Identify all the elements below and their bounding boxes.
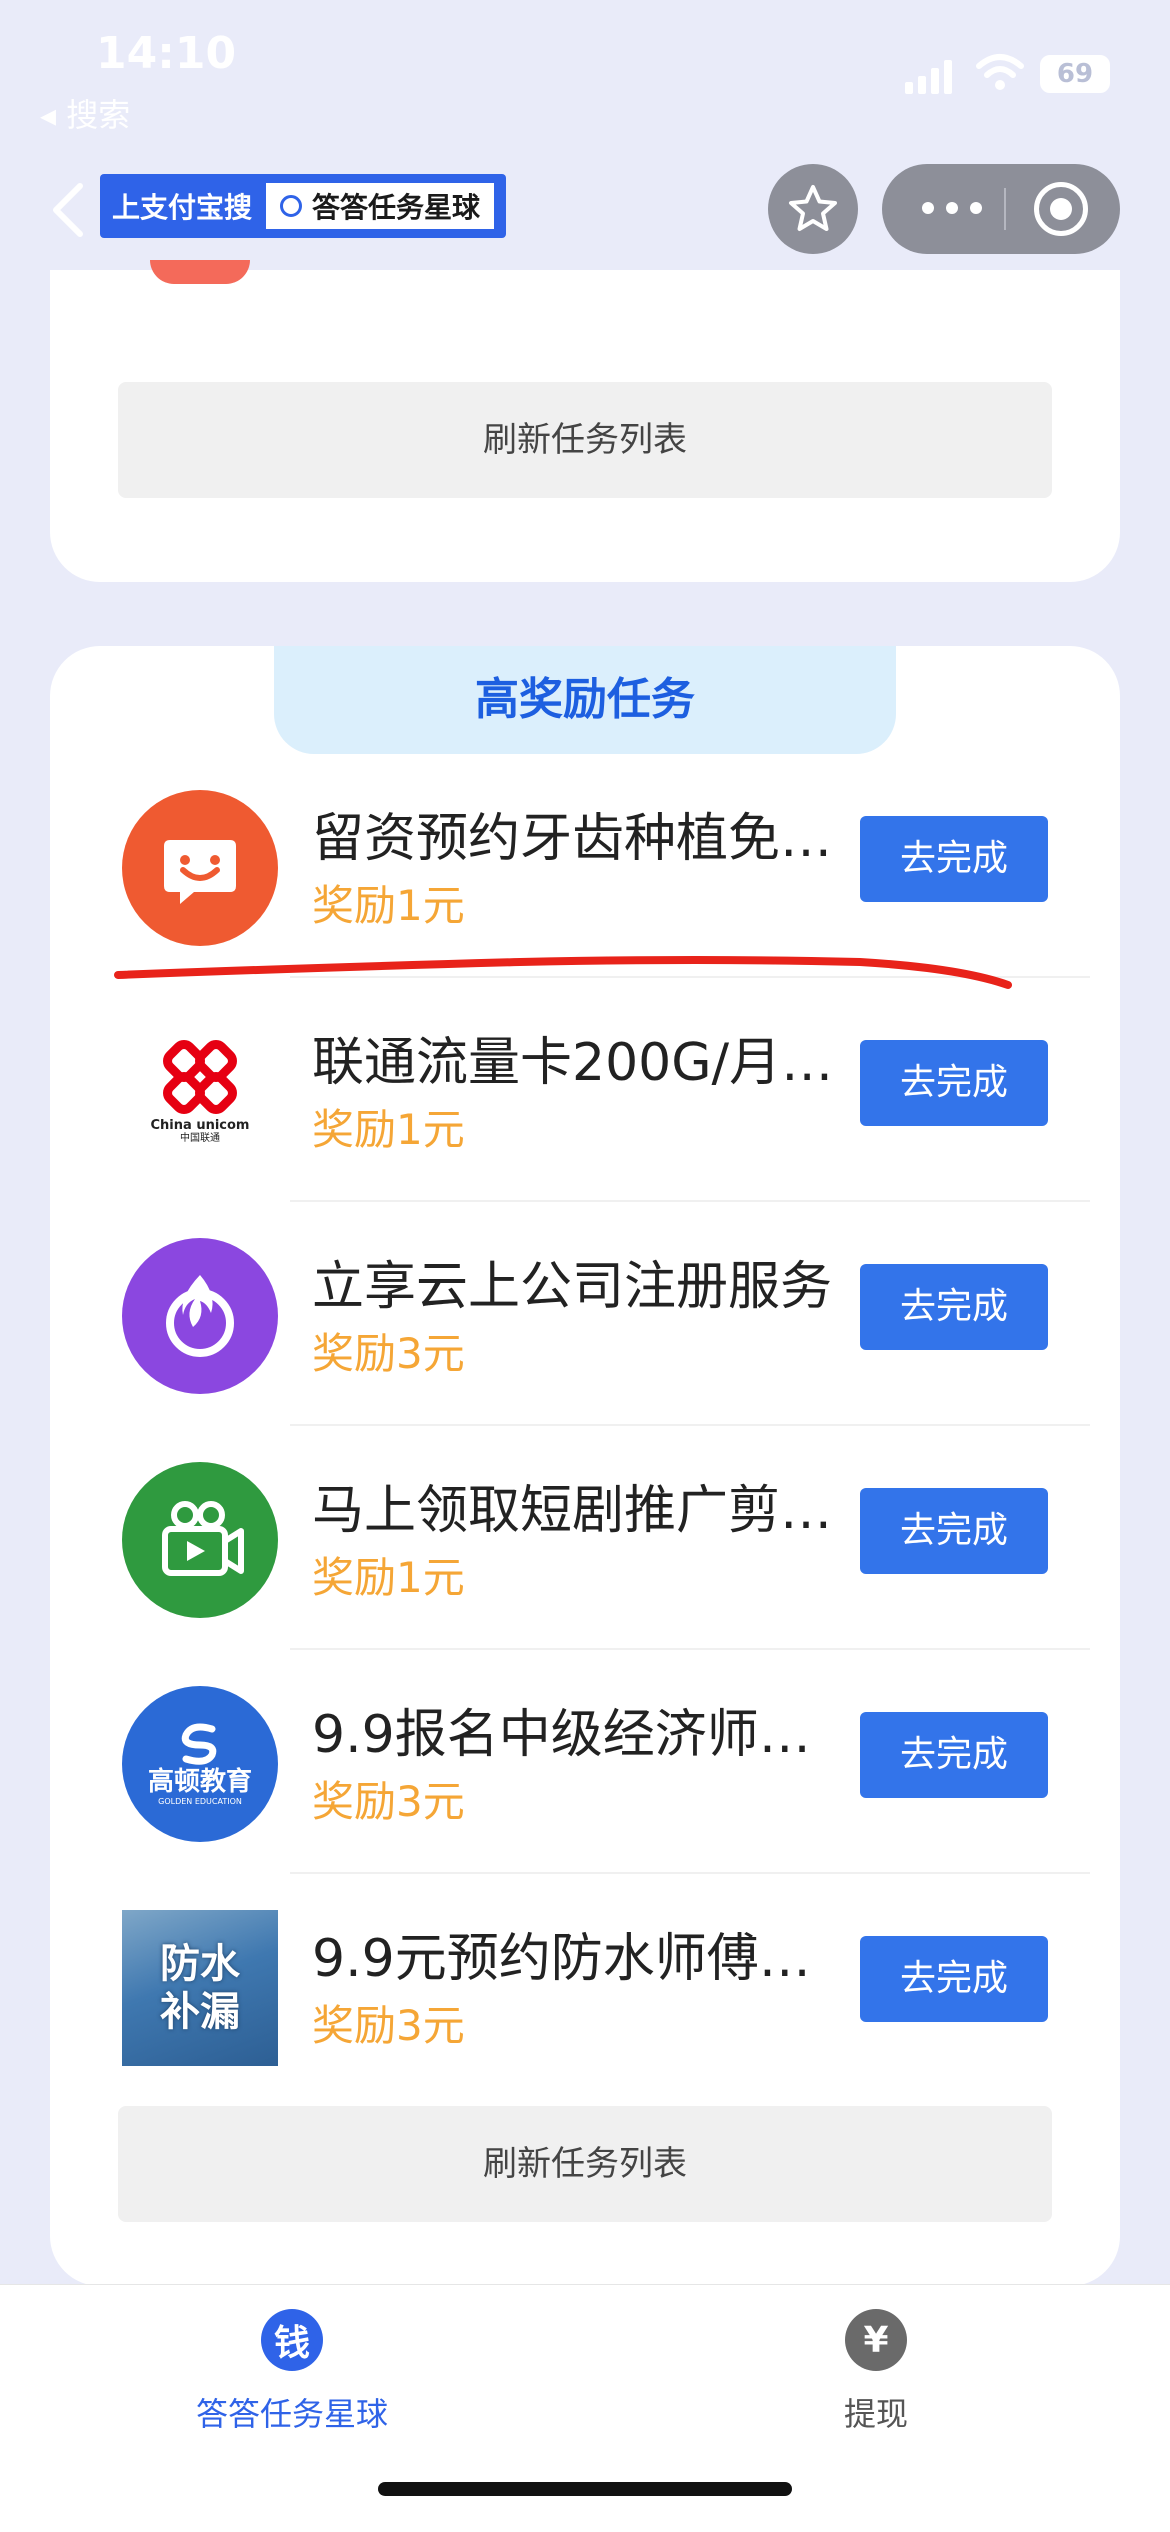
go-complete-button[interactable]: 去完成 [860, 1040, 1048, 1126]
task-reward: 奖励1元 [312, 1553, 465, 1602]
tab-label: 提现 [843, 2395, 908, 2433]
task-title: 9.9报名中级经济师… [312, 1705, 811, 1765]
high-reward-card: 高奖励任务 留资预约牙齿种植免… 奖励1元 去完成 China unicom 中… [50, 646, 1120, 2286]
china-unicom-logo-icon: China unicom 中国联通 [122, 1014, 278, 1170]
task-row: 高顿教育 GOLDEN EDUCATION 9.9报名中级经济师… 奖励3元 去… [50, 1650, 1120, 1874]
back-to-search-link[interactable]: ◂ 搜索 [40, 90, 130, 136]
task-reward: 奖励3元 [312, 2001, 465, 2050]
go-complete-button[interactable]: 去完成 [860, 1936, 1048, 2022]
unicom-logo-text: China unicom [150, 1118, 250, 1133]
task-reward: 奖励3元 [312, 1777, 465, 1826]
task-title: 留资预约牙齿种植免… [312, 809, 833, 869]
refresh-task-list-button[interactable]: 刷新任务列表 [118, 2106, 1052, 2222]
wifi-icon [976, 54, 1024, 90]
money-icon: 钱 [261, 2309, 323, 2371]
back-arrow-icon[interactable] [48, 180, 88, 240]
partial-logo-icon [150, 260, 250, 284]
search-icon [280, 195, 303, 217]
task-row: 防水 补漏 9.9元预约防水师傅… 奖励3元 去完成 [50, 1874, 1120, 2098]
waterproof-photo-text: 防水 补漏 [160, 1941, 240, 2035]
task-row: 马上领取短剧推广剪… 奖励1元 去完成 [50, 1426, 1120, 1650]
task-row: 立享云上公司注册服务 奖励3元 去完成 [50, 1202, 1120, 1426]
task-title: 联通流量卡200G/月… [312, 1033, 834, 1093]
tab-withdraw[interactable]: ¥ 提现 [746, 2309, 1006, 2435]
unicom-logo-subtext: 中国联通 [180, 1133, 220, 1144]
golden-education-logo-subtext: GOLDEN EDUCATION [158, 1797, 242, 1806]
capsule-divider [1004, 188, 1006, 230]
search-tag-title: 上支付宝搜 [112, 191, 253, 224]
video-camera-logo-icon [122, 1462, 278, 1618]
task-reward: 奖励1元 [312, 881, 465, 930]
flame-logo-icon [122, 1238, 278, 1394]
task-row: China unicom 中国联通 联通流量卡200G/月… 奖励1元 去完成 [50, 978, 1120, 1202]
go-complete-button[interactable]: 去完成 [860, 1264, 1048, 1350]
mini-app-nav-bar: 上支付宝搜 答答任务星球 [0, 150, 1170, 270]
status-bar: 14:10 ◂ 搜索 69 [0, 0, 1170, 150]
battery-icon: 69 [1040, 55, 1110, 93]
high-reward-header: 高奖励任务 [274, 646, 896, 754]
home-indicator [378, 2482, 792, 2496]
task-reward: 奖励1元 [312, 1105, 465, 1154]
status-time: 14:10 [96, 28, 237, 79]
more-options-icon[interactable] [922, 202, 982, 216]
tab-task-planet[interactable]: 钱 答答任务星球 [162, 2309, 422, 2435]
search-tag-box: 答答任务星球 [266, 183, 495, 229]
waterproof-photo-icon: 防水 补漏 [122, 1910, 278, 2066]
search-tag-query: 答答任务星球 [312, 191, 481, 224]
task-list-card-top: 刷新任务列表 [50, 260, 1120, 582]
mini-app-capsule [882, 164, 1120, 254]
task-row: 留资预约牙齿种植免… 奖励1元 去完成 [50, 754, 1120, 978]
close-mini-app-icon[interactable] [1034, 182, 1088, 236]
task-title: 马上领取短剧推广剪… [312, 1481, 833, 1541]
go-complete-button[interactable]: 去完成 [860, 1712, 1048, 1798]
alipay-search-tag[interactable]: 上支付宝搜 答答任务星球 [100, 174, 507, 238]
refresh-task-list-button[interactable]: 刷新任务列表 [118, 382, 1052, 498]
favorite-button[interactable] [768, 164, 858, 254]
yuan-icon: ¥ [845, 2309, 907, 2371]
golden-education-logo-icon: 高顿教育 GOLDEN EDUCATION [122, 1686, 278, 1842]
task-reward: 奖励3元 [312, 1329, 465, 1378]
go-complete-button[interactable]: 去完成 [860, 1488, 1048, 1574]
star-icon [789, 185, 837, 231]
golden-education-logo-text: 高顿教育 [147, 1767, 252, 1797]
task-title: 9.9元预约防水师傅… [312, 1929, 811, 1989]
go-complete-button[interactable]: 去完成 [860, 816, 1048, 902]
cellular-signal-icon [905, 58, 955, 94]
smile-logo-icon [122, 790, 278, 946]
task-title: 立享云上公司注册服务 [312, 1257, 833, 1317]
tab-label: 答答任务星球 [195, 2395, 388, 2433]
